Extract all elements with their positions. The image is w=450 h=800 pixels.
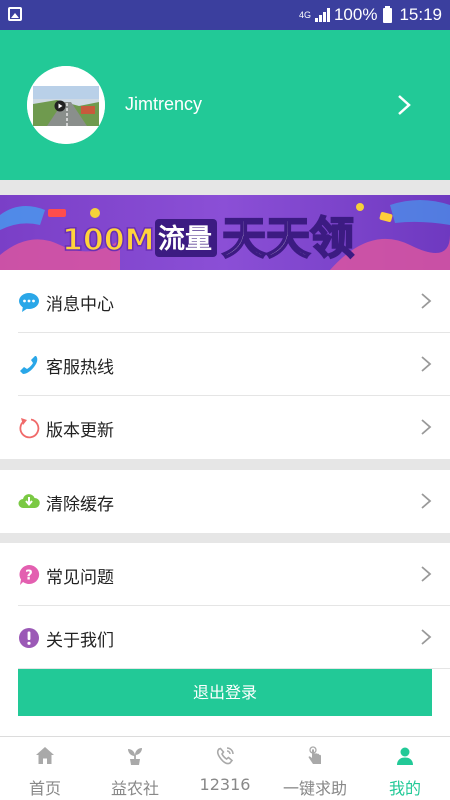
promo-banner[interactable]: 100M 流量 天天领 — [0, 195, 450, 270]
chevron-right-icon — [421, 629, 432, 645]
avatar[interactable] — [27, 66, 105, 144]
banner-text-daily: 天天领 — [222, 213, 354, 264]
sprout-icon — [128, 748, 142, 765]
menu-item-faq[interactable]: ? 常见问题 — [0, 543, 450, 606]
menu-item-about-us[interactable]: 关于我们 — [0, 606, 450, 669]
phone-call-icon — [216, 747, 234, 765]
menu-label-message-center: 消息中心 — [46, 295, 114, 315]
tab-label-hotline: 12316 — [199, 775, 251, 794]
tap-hand-icon — [308, 746, 321, 764]
tab-home[interactable]: 首页 — [0, 737, 90, 800]
menu-item-service-hotline[interactable]: 客服热线 — [0, 333, 450, 396]
menu-label-version-update: 版本更新 — [46, 421, 114, 441]
menu-item-clear-cache[interactable]: 清除缓存 — [0, 470, 450, 533]
section-divider — [0, 180, 450, 195]
menu-label-about-us: 关于我们 — [46, 631, 114, 651]
chevron-right-icon — [421, 493, 432, 509]
menu-label-clear-cache: 清除缓存 — [46, 495, 114, 515]
tab-label-mine: 我的 — [388, 779, 421, 798]
status-indicators: 4G 100% 15:19 — [299, 0, 442, 30]
exclamation-icon — [19, 628, 39, 648]
question-icon: ? — [19, 564, 40, 585]
menu-item-message-center[interactable]: 消息中心 — [0, 270, 450, 333]
menu-label-service-hotline: 客服热线 — [46, 358, 114, 378]
bottom-nav: 首页 益农社 12316 一键求助 我的 — [0, 736, 450, 800]
battery-percent: 100% — [333, 5, 378, 24]
chevron-right-icon — [421, 356, 432, 372]
user-icon — [397, 747, 413, 765]
chevron-right-icon[interactable] — [394, 94, 414, 116]
chevron-right-icon — [421, 419, 432, 435]
network-type: 4G — [298, 9, 311, 20]
tab-label-home: 首页 — [28, 779, 61, 798]
phone-icon — [20, 356, 38, 374]
chevron-right-icon — [421, 293, 432, 309]
banner-text-100m: 100M — [62, 223, 154, 258]
menu-label-faq: 常见问题 — [46, 568, 114, 588]
menu-item-version-update[interactable]: 版本更新 — [0, 396, 450, 459]
tab-help[interactable]: 一键求助 — [270, 737, 360, 800]
tab-hotline[interactable]: 12316 — [180, 737, 270, 800]
section-divider — [0, 533, 450, 543]
refresh-icon — [19, 418, 40, 439]
username: Jimtrency — [125, 94, 203, 114]
clock: 15:19 — [399, 5, 442, 24]
battery-icon — [383, 5, 393, 23]
home-icon — [36, 747, 54, 764]
tab-yinongshe[interactable]: 益农社 — [90, 737, 180, 800]
banner-text-traffic: 流量 — [158, 224, 212, 255]
chevron-right-icon — [421, 566, 432, 582]
svg-text:?: ? — [25, 569, 33, 584]
status-bar: 4G 100% 15:19 — [0, 0, 450, 30]
tab-label-yinongshe: 益农社 — [110, 779, 159, 798]
gallery-notification-icon — [8, 7, 22, 21]
signal-icon — [314, 8, 330, 22]
profile-header[interactable]: Jimtrency — [0, 30, 450, 180]
tab-mine[interactable]: 我的 — [360, 737, 450, 800]
section-divider — [0, 459, 450, 470]
logout-button[interactable]: 退出登录 — [18, 669, 432, 716]
chat-bubble-icon — [19, 293, 39, 312]
cloud-download-icon — [18, 494, 40, 508]
tab-label-help: 一键求助 — [282, 779, 347, 798]
